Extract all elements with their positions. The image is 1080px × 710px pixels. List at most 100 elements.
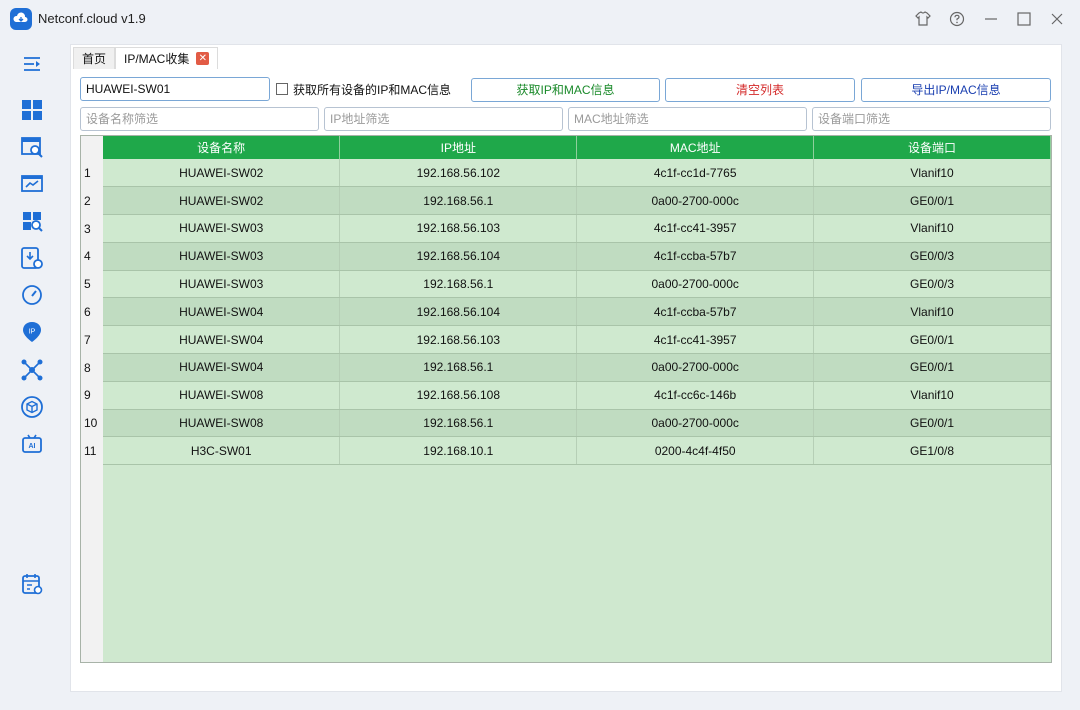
clear-list-button[interactable]: 清空列表 (665, 78, 855, 102)
cell-port[interactable]: GE0/0/3 (813, 270, 1051, 299)
minimize-icon[interactable] (981, 9, 1001, 29)
cell-port[interactable]: GE0/0/1 (813, 409, 1051, 438)
cell-ip[interactable]: 192.168.56.102 (339, 159, 578, 188)
package-icon[interactable] (20, 395, 44, 419)
ip-mac-table[interactable]: 1 2 3 4 5 6 7 8 9 10 11 设备名称 IP地址 MAC地址 设备端口 HUAWE… (80, 135, 1052, 663)
inspect-icon[interactable] (20, 209, 44, 233)
all-devices-checkbox[interactable] (276, 83, 288, 95)
tab-ip-mac[interactable]: IP/MAC收集 ✕ (115, 47, 219, 69)
download-config-icon[interactable] (20, 246, 44, 270)
main-panel: 首页 IP/MAC收集 ✕ 获取所有设备的IP和MAC信息 获取IP和MAC信息… (70, 44, 1062, 692)
export-ip-mac-button[interactable]: 导出IP/MAC信息 (861, 78, 1051, 102)
cell-port[interactable]: Vlanif10 (813, 381, 1051, 410)
cell-ip[interactable]: 192.168.56.103 (339, 325, 578, 355)
cell-mac[interactable]: 4c1f-cc41-3957 (576, 325, 815, 355)
sidebar: IP AI (0, 38, 64, 710)
cell-device[interactable]: HUAWEI-SW02 (103, 186, 341, 216)
cell-mac[interactable]: 0a00-2700-000c (576, 270, 815, 299)
cell-port[interactable]: GE0/0/1 (813, 325, 1051, 355)
row-number: 1 (84, 166, 91, 180)
cell-mac[interactable]: 0a00-2700-000c (576, 186, 815, 216)
search-list-icon[interactable] (20, 135, 44, 159)
ip-address-filter[interactable] (324, 107, 563, 131)
speed-icon[interactable] (20, 283, 44, 307)
cell-mac[interactable]: 0a00-2700-000c (576, 353, 815, 382)
cell-device[interactable]: HUAWEI-SW04 (103, 353, 341, 382)
column-header-mac[interactable]: MAC地址 (576, 136, 815, 159)
cell-port[interactable]: Vlanif10 (813, 159, 1051, 188)
mac-address-filter[interactable] (568, 107, 807, 131)
cell-ip[interactable]: 192.168.56.103 (339, 214, 578, 243)
cell-ip[interactable]: 192.168.56.104 (339, 297, 578, 327)
column-header-port[interactable]: 设备端口 (813, 136, 1051, 159)
dashboard-icon[interactable] (20, 98, 44, 122)
table-row[interactable]: HUAWEI-SW04 192.168.56.103 4c1f-cc41-3957 G… (103, 325, 1051, 355)
cell-mac[interactable]: 4c1f-ccba-57b7 (576, 242, 815, 271)
cell-device[interactable]: HUAWEI-SW08 (103, 381, 341, 410)
cell-device[interactable]: HUAWEI-SW04 (103, 325, 341, 355)
device-name-filter[interactable] (80, 107, 319, 131)
help-icon[interactable] (947, 9, 967, 29)
table-row[interactable]: HUAWEI-SW02 192.168.56.1 0a00-2700-000c GE0… (103, 186, 1051, 216)
cell-device[interactable]: H3C-SW01 (103, 436, 341, 466)
cell-device[interactable]: HUAWEI-SW02 (103, 159, 341, 188)
cell-device[interactable]: HUAWEI-SW08 (103, 409, 341, 438)
device-name-input[interactable] (80, 77, 270, 101)
cell-mac[interactable]: 4c1f-ccba-57b7 (576, 297, 815, 327)
cell-device[interactable]: HUAWEI-SW03 (103, 270, 341, 299)
table-row[interactable]: HUAWEI-SW08 192.168.56.108 4c1f-cc6c-146b V… (103, 381, 1051, 410)
column-header-ip[interactable]: IP地址 (339, 136, 578, 159)
title-bar: Netconf.cloud v1.9 (0, 0, 1080, 38)
app-logo-icon (10, 8, 32, 30)
calendar-icon[interactable] (20, 572, 44, 596)
cell-port[interactable]: Vlanif10 (813, 297, 1051, 327)
cell-port[interactable]: GE0/0/1 (813, 353, 1051, 382)
menu-toggle-icon[interactable] (20, 52, 44, 76)
ip-icon[interactable]: IP (20, 320, 44, 344)
device-port-filter[interactable] (812, 107, 1051, 131)
table-row[interactable]: HUAWEI-SW02 192.168.56.102 4c1f-cc1d-7765 V… (103, 159, 1051, 188)
cell-port[interactable]: GE0/0/1 (813, 186, 1051, 216)
maximize-icon[interactable] (1014, 9, 1034, 29)
table-row[interactable]: HUAWEI-SW03 192.168.56.1 0a00-2700-000c GE0… (103, 270, 1051, 299)
cell-mac[interactable]: 4c1f-cc41-3957 (576, 214, 815, 243)
column-header-device[interactable]: 设备名称 (103, 136, 341, 159)
data-grid: 设备名称 IP地址 MAC地址 设备端口 HUAWEI-SW02 192.168.… (103, 136, 1051, 466)
table-row[interactable]: H3C-SW01 192.168.10.1 0200-4c4f-4f50 GE1/0/… (103, 436, 1051, 466)
row-number: 3 (84, 221, 91, 236)
tab-close-icon[interactable]: ✕ (196, 52, 210, 65)
cell-mac[interactable]: 4c1f-cc1d-7765 (576, 159, 815, 188)
row-number: 4 (84, 249, 91, 264)
cell-port[interactable]: Vlanif10 (813, 214, 1051, 243)
skin-icon[interactable] (913, 9, 933, 29)
row-number: 6 (84, 305, 91, 319)
cell-port[interactable]: GE0/0/3 (813, 242, 1051, 271)
cell-ip[interactable]: 192.168.10.1 (339, 436, 578, 466)
table-row[interactable]: HUAWEI-SW03 192.168.56.104 4c1f-ccba-57b7 G… (103, 242, 1051, 271)
cell-device[interactable]: HUAWEI-SW04 (103, 297, 341, 327)
cell-mac[interactable]: 0200-4c4f-4f50 (576, 436, 815, 466)
table-row[interactable]: HUAWEI-SW04 192.168.56.104 4c1f-ccba-57b7 V… (103, 297, 1051, 327)
table-row[interactable]: HUAWEI-SW04 192.168.56.1 0a00-2700-000c GE0… (103, 353, 1051, 382)
topology-icon[interactable] (20, 358, 44, 382)
table-row[interactable]: HUAWEI-SW03 192.168.56.103 4c1f-cc41-3957 V… (103, 214, 1051, 243)
ai-icon[interactable]: AI (20, 432, 44, 456)
cell-port[interactable]: GE1/0/8 (813, 436, 1051, 466)
tab-home[interactable]: 首页 (73, 47, 116, 69)
cell-ip[interactable]: 192.168.56.104 (339, 242, 578, 271)
monitor-icon[interactable] (20, 172, 44, 196)
table-row[interactable]: HUAWEI-SW08 192.168.56.1 0a00-2700-000c GE0… (103, 409, 1051, 438)
cell-ip[interactable]: 192.168.56.1 (339, 186, 578, 216)
cell-device[interactable]: HUAWEI-SW03 (103, 214, 341, 243)
row-number: 2 (84, 193, 91, 208)
close-icon[interactable] (1047, 9, 1067, 29)
cell-device[interactable]: HUAWEI-SW03 (103, 242, 341, 271)
cell-mac[interactable]: 4c1f-cc6c-146b (576, 381, 815, 410)
cell-ip[interactable]: 192.168.56.1 (339, 353, 578, 382)
cell-ip[interactable]: 192.168.56.1 (339, 409, 578, 438)
svg-text:AI: AI (29, 443, 36, 450)
cell-mac[interactable]: 0a00-2700-000c (576, 409, 815, 438)
fetch-ip-mac-button[interactable]: 获取IP和MAC信息 (471, 78, 660, 102)
cell-ip[interactable]: 192.168.56.108 (339, 381, 578, 410)
cell-ip[interactable]: 192.168.56.1 (339, 270, 578, 299)
